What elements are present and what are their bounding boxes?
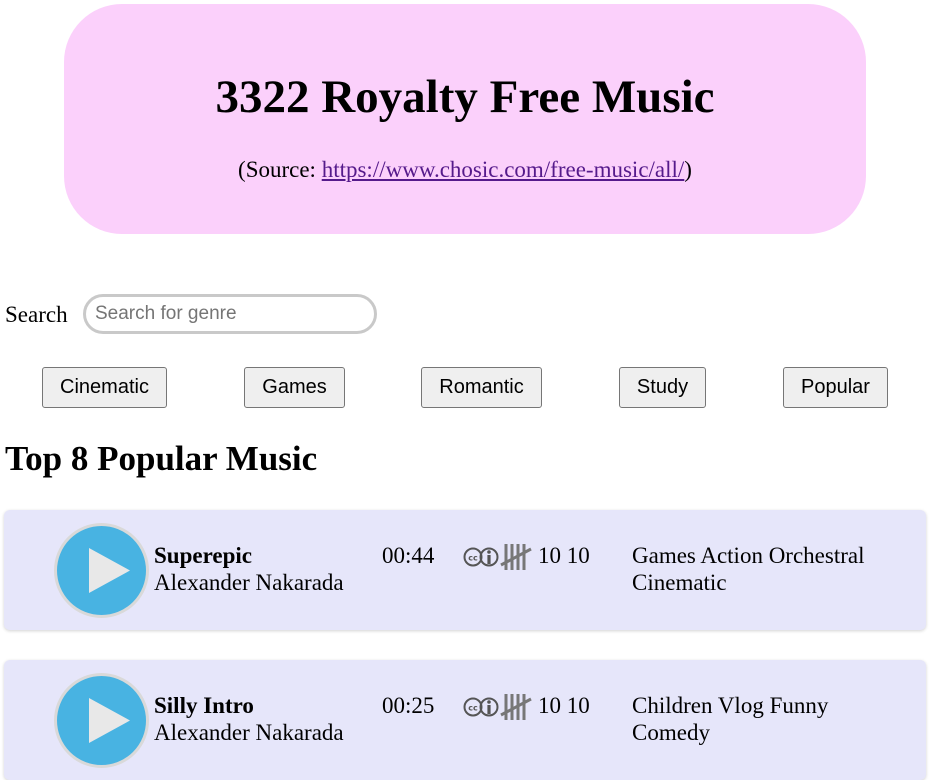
track-card: Superepic Alexander Nakarada 00:44 cc 10… — [4, 510, 926, 630]
play-icon — [89, 548, 130, 593]
genre-button-romantic[interactable]: Romantic — [421, 367, 542, 408]
page-title: 3322 Royalty Free Music — [215, 71, 715, 123]
attribution-icon — [479, 547, 499, 567]
track-tags: Children Vlog Funny Comedy — [632, 693, 829, 745]
tally-marks-icon — [500, 544, 532, 570]
page-header: 3322 Royalty Free Music (Source: https:/… — [64, 4, 866, 234]
genre-button-study[interactable]: Study — [619, 367, 706, 408]
attribution-icon — [479, 697, 499, 717]
search-label: Search — [5, 302, 68, 327]
license-icons: cc — [463, 544, 532, 570]
track-duration: 00:44 — [382, 543, 435, 568]
track-artist: Alexander Nakarada — [154, 720, 344, 745]
creative-commons-icon: cc — [463, 697, 483, 717]
play-button[interactable] — [54, 523, 149, 618]
svg-text:cc: cc — [468, 554, 478, 563]
source-line: (Source: https://www.chosic.com/free-mus… — [64, 156, 866, 184]
creative-commons-icon: cc — [463, 547, 483, 567]
play-icon — [89, 698, 130, 743]
track-title: Silly Intro — [154, 693, 254, 718]
source-suffix: ) — [684, 157, 692, 182]
genre-button-cinematic[interactable]: Cinematic — [42, 367, 167, 408]
tally-marks-icon — [500, 694, 532, 720]
track-card: Silly Intro Alexander Nakarada 00:25 cc … — [4, 660, 926, 780]
source-link[interactable]: https://www.chosic.com/free-music/all/ — [322, 157, 685, 182]
track-title: Superepic — [154, 543, 252, 568]
search-input[interactable] — [83, 294, 377, 334]
track-counts: 10 10 — [538, 693, 590, 718]
play-button[interactable] — [54, 673, 149, 768]
section-title: Top 8 Popular Music — [5, 439, 318, 478]
genre-button-games[interactable]: Games — [244, 367, 345, 408]
track-artist: Alexander Nakarada — [154, 570, 344, 595]
genre-button-popular[interactable]: Popular — [783, 367, 888, 408]
track-tags: Games Action Orchestral Cinematic — [632, 543, 865, 595]
license-icons: cc — [463, 694, 532, 720]
track-duration: 00:25 — [382, 693, 435, 718]
track-counts: 10 10 — [538, 543, 590, 568]
svg-text:cc: cc — [468, 704, 478, 713]
source-prefix: (Source: — [238, 157, 322, 182]
